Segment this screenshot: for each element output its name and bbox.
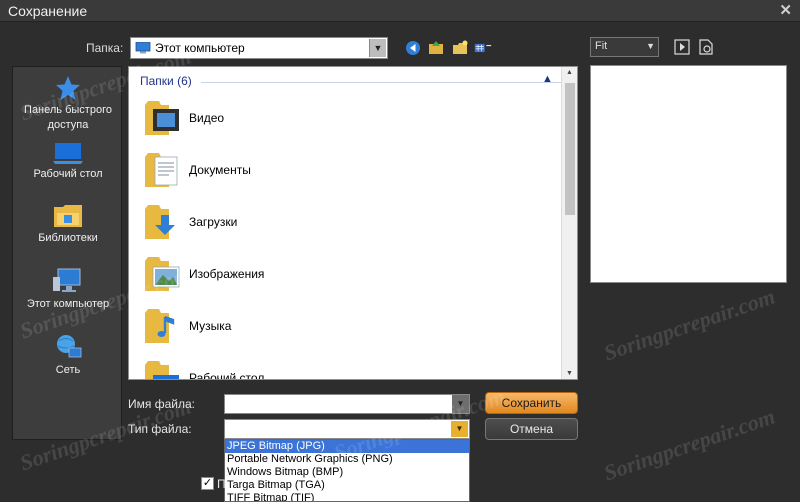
chevron-down-icon[interactable]: ▼ — [451, 421, 468, 437]
place-label: Сеть — [55, 364, 81, 376]
filetype-label: Тип файла: — [128, 422, 192, 436]
vertical-scrollbar[interactable]: ▲ ▼ — [561, 67, 577, 379]
preview-area — [590, 65, 787, 283]
desktop-folder-icon — [145, 361, 179, 379]
libraries-icon — [54, 205, 82, 227]
watermark-text: Soringpcrepair.com — [600, 283, 779, 366]
filetype-option[interactable]: Portable Network Graphics (PNG) — [225, 453, 469, 466]
item-name: Музыка — [189, 319, 232, 333]
group-divider — [201, 82, 577, 83]
filename-label: Имя файла: — [128, 397, 195, 411]
place-libraries[interactable]: Библиотеки — [13, 203, 123, 246]
place-desktop[interactable]: Рабочий стол — [13, 141, 123, 182]
item-name: Рабочий стол — [189, 371, 265, 380]
list-item[interactable]: Загрузки — [145, 201, 525, 245]
places-panel: Панель быстрого доступа Рабочий стол Биб… — [12, 66, 122, 440]
file-browser: Папки (6) ▲ Видео Документы Загрузки Изо… — [128, 66, 578, 380]
chevron-up-icon[interactable]: ▲ — [542, 73, 553, 85]
item-name: Документы — [189, 163, 251, 177]
scroll-thumb[interactable] — [565, 83, 575, 215]
network-icon — [57, 335, 82, 358]
group-header: Папки (6) — [140, 74, 192, 88]
list-item[interactable]: Изображения — [145, 253, 525, 297]
scroll-down-icon[interactable]: ▼ — [566, 370, 573, 377]
computer-icon — [53, 268, 81, 292]
list-item[interactable]: Видео — [145, 97, 525, 141]
checkbox-label: П — [217, 477, 226, 491]
place-quick-access[interactable]: Панель быстрого доступа — [13, 75, 123, 133]
star-icon — [56, 76, 80, 100]
place-label: Этот компьютер — [26, 298, 110, 310]
folder-label: Папка: — [86, 41, 124, 55]
back-arrow-icon[interactable] — [404, 39, 422, 57]
filetype-option[interactable]: TIFF Bitmap (TIF) — [225, 492, 469, 501]
filetype-select[interactable]: ▼ — [224, 419, 470, 439]
filetype-dropdown: JPEG Bitmap (JPG) Portable Network Graph… — [224, 439, 470, 502]
place-this-pc[interactable]: Этот компьютер — [13, 267, 123, 312]
pictures-folder-icon — [145, 257, 180, 291]
play-preview-icon[interactable] — [673, 38, 691, 56]
folder-combo-value: Этот компьютер — [155, 41, 245, 55]
place-label: Панель быстрого доступа — [24, 104, 112, 131]
preview-fit-value: Fit — [595, 40, 608, 52]
downloads-folder-icon — [145, 205, 175, 239]
new-folder-icon[interactable] — [451, 39, 469, 57]
page-refresh-icon[interactable] — [697, 38, 715, 56]
cancel-button[interactable]: Отмена — [485, 418, 578, 440]
list-item[interactable]: Рабочий стол — [145, 357, 525, 380]
place-label: Библиотеки — [38, 232, 98, 244]
folder-combo[interactable]: Этот компьютер ▼ — [130, 37, 388, 59]
filetype-option[interactable]: Windows Bitmap (BMP) — [225, 466, 469, 479]
filename-input[interactable]: ▼ — [224, 394, 470, 414]
chevron-down-icon[interactable]: ▼ — [452, 395, 469, 413]
documents-folder-icon — [145, 153, 178, 187]
option-checkbox[interactable]: ✓ — [201, 477, 214, 490]
watermark-text: Soringpcrepair.com — [600, 403, 779, 486]
window-title: Сохранение — [8, 3, 88, 19]
computer-icon — [135, 42, 151, 54]
desktop-icon — [53, 143, 83, 164]
save-button[interactable]: Сохранить — [485, 392, 578, 414]
list-item[interactable]: Музыка — [145, 305, 525, 349]
preview-fit-select[interactable]: Fit ▼ — [590, 37, 659, 57]
view-menu-icon[interactable] — [474, 39, 492, 57]
scroll-up-icon[interactable]: ▲ — [566, 69, 573, 76]
place-label: Рабочий стол — [33, 168, 103, 180]
item-name: Загрузки — [189, 215, 238, 229]
item-name: Изображения — [189, 267, 265, 281]
list-item[interactable]: Документы — [145, 149, 525, 193]
title-bar: Сохранение ✕ — [0, 0, 800, 22]
chevron-down-icon: ▼ — [646, 41, 655, 51]
item-name: Видео — [189, 111, 225, 125]
place-network[interactable]: Сеть — [13, 333, 123, 378]
filetype-option[interactable]: JPEG Bitmap (JPG) — [225, 440, 469, 453]
video-folder-icon — [145, 101, 179, 135]
chevron-down-icon[interactable]: ▼ — [369, 39, 386, 57]
music-folder-icon — [145, 309, 175, 343]
up-folder-icon[interactable] — [427, 39, 445, 57]
filetype-option[interactable]: Targa Bitmap (TGA) — [225, 479, 469, 492]
close-icon[interactable]: ✕ — [779, 1, 792, 19]
